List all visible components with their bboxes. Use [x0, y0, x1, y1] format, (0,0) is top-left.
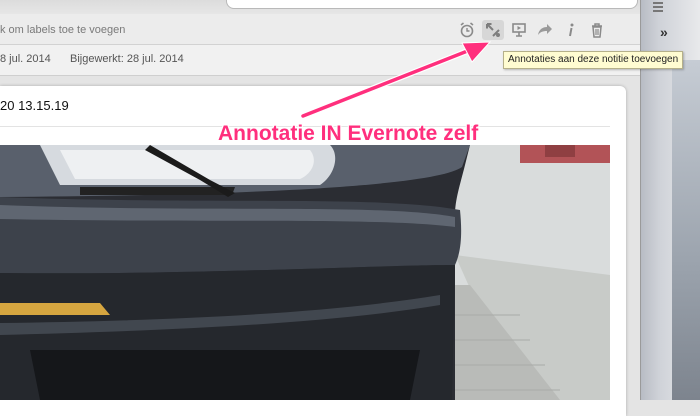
top-strip — [0, 0, 640, 14]
presentation-button[interactable] — [508, 20, 530, 40]
share-arrow-icon — [538, 24, 552, 35]
info-icon — [569, 23, 574, 37]
updated-date: Bijgewerkt: 28 jul. 2014 — [70, 53, 184, 65]
created-date: 8 jul. 2014 — [0, 53, 51, 65]
menu-icon[interactable] — [653, 2, 663, 14]
note-toolbar — [456, 20, 608, 40]
alarm-clock-icon — [460, 22, 474, 38]
car-bumper-photo — [0, 145, 610, 400]
share-button[interactable] — [534, 20, 556, 40]
reminder-button[interactable] — [456, 20, 478, 40]
note-title[interactable]: 20 13.15.19 — [0, 98, 69, 113]
tag-bar: k om labels toe te voegen — [0, 14, 640, 45]
annotate-button[interactable] — [482, 20, 504, 40]
annotation-label: Annotatie IN Evernote zelf — [218, 122, 479, 145]
info-button[interactable] — [560, 20, 582, 40]
delete-button[interactable] — [586, 20, 608, 40]
expand-chevron-icon[interactable]: » — [660, 24, 668, 40]
search-field[interactable] — [226, 0, 638, 9]
annotate-arrow-icon — [486, 23, 500, 37]
tag-input-placeholder[interactable]: k om labels toe te voegen — [0, 24, 125, 36]
desktop-background-edge — [672, 60, 700, 400]
trash-icon — [592, 23, 602, 38]
annotate-tooltip: Annotaties aan deze notitie toevoegen — [503, 51, 684, 69]
presentation-icon — [512, 23, 526, 37]
